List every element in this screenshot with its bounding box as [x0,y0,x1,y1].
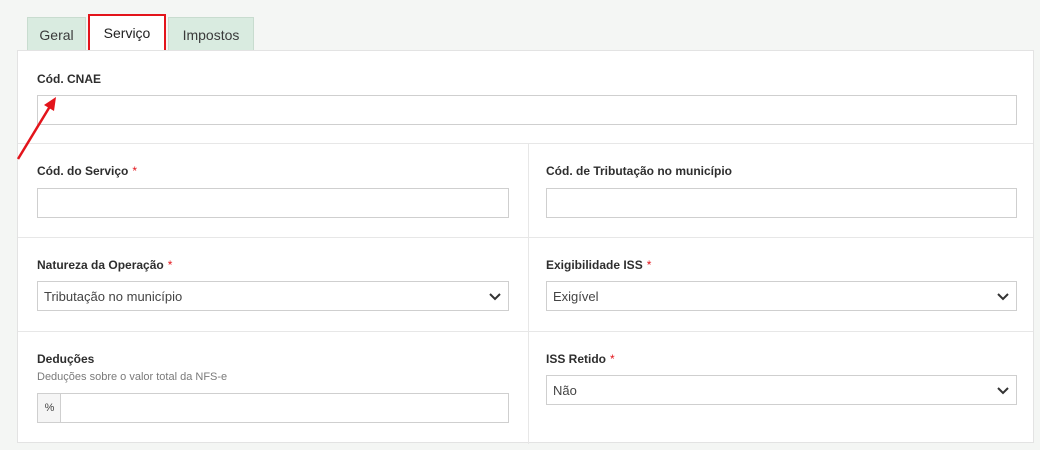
tab-impostos[interactable]: Impostos [168,17,254,51]
deducoes-input[interactable] [60,393,509,423]
required-marker: * [167,258,173,272]
iss-retido-label: ISS Retido * [546,352,615,366]
required-marker: * [646,258,652,272]
deducoes-help: Deduções sobre o valor total da NFS-e [37,371,228,383]
servico-input[interactable] [37,188,509,218]
cnae-input[interactable] [37,95,1017,125]
row-divider [18,331,1033,332]
iss-retido-selected: Não [553,382,577,398]
row-divider [18,237,1033,238]
servico-label: Cód. do Serviço * [37,164,138,178]
column-divider [528,143,529,444]
tributacao-input[interactable] [546,188,1017,218]
exigibilidade-label: Exigibilidade ISS * [546,258,652,272]
natureza-select[interactable]: Tributação no município [37,281,509,311]
tab-bar: Geral Serviço Impostos [27,14,256,52]
iss-retido-select[interactable]: Não [546,375,1017,405]
percent-addon: % [37,393,61,423]
tab-geral[interactable]: Geral [27,17,86,51]
tributacao-label: Cód. de Tributação no município [546,164,733,178]
natureza-selected: Tributação no município [44,288,183,304]
chevron-down-icon [997,293,1009,301]
exigibilidade-select[interactable]: Exigível [546,281,1017,311]
chevron-down-icon [997,387,1009,395]
exigibilidade-selected: Exigível [553,288,599,304]
tab-servico[interactable]: Serviço [88,14,166,52]
deducoes-label: Deduções [37,352,95,366]
form-panel: Cód. CNAE Cód. do Serviço * Cód. de Tribu… [17,50,1034,444]
chevron-down-icon [489,293,501,301]
cnae-label: Cód. CNAE [37,72,101,86]
required-marker: * [132,164,138,178]
natureza-label: Natureza da Operação * [37,258,173,272]
required-marker: * [610,352,615,366]
row-divider [18,143,1033,144]
annotation-arrow-icon [16,97,56,160]
